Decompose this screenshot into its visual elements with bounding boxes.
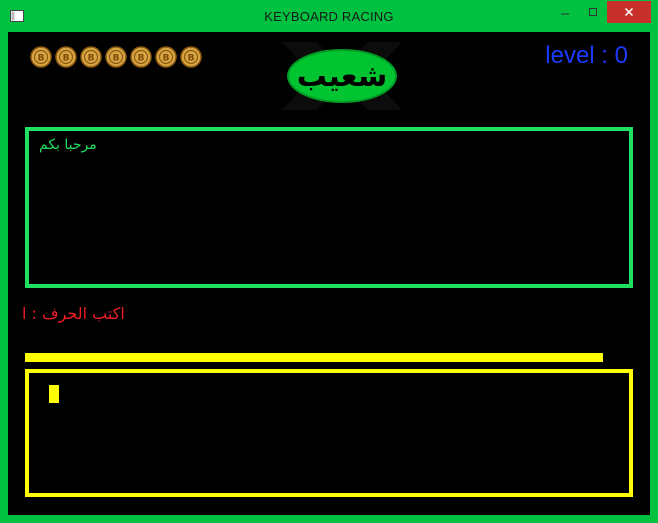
bitcoin-coin-icon: B xyxy=(30,46,52,68)
title-bar[interactable]: KEYBOARD RACING xyxy=(0,0,658,32)
bitcoin-coin-icon: B xyxy=(155,46,177,68)
time-progress-bar xyxy=(25,353,603,362)
bitcoin-coin-icon: B xyxy=(105,46,127,68)
minimize-button[interactable] xyxy=(551,1,579,23)
type-letter-prompt: اكتب الحرف : ا xyxy=(22,304,125,323)
text-cursor xyxy=(49,385,59,403)
close-button[interactable] xyxy=(607,1,651,23)
svg-text:B: B xyxy=(113,54,120,64)
svg-text:B: B xyxy=(88,54,95,64)
svg-text:B: B xyxy=(138,54,145,64)
bitcoin-coin-icon: B xyxy=(130,46,152,68)
level-indicator: level : 0 xyxy=(545,42,628,69)
svg-text:B: B xyxy=(163,54,170,64)
progress-fill xyxy=(25,353,603,362)
bitcoin-coin-icon: B xyxy=(80,46,102,68)
close-icon xyxy=(624,7,634,17)
welcome-message: مرحبا بكم xyxy=(39,137,97,153)
maximize-button[interactable] xyxy=(579,1,607,23)
svg-text:B: B xyxy=(63,54,70,64)
svg-text:B: B xyxy=(188,54,195,64)
logo: شعيب xyxy=(272,40,412,112)
game-window: KEYBOARD RACING BBBBBBB شعيب level: 0 م… xyxy=(0,0,658,523)
typing-input-area[interactable] xyxy=(25,369,633,497)
maximize-icon xyxy=(589,8,597,16)
message-panel: مرحبا بكم xyxy=(25,127,633,288)
bitcoin-coin-icon: B xyxy=(55,46,77,68)
svg-text:B: B xyxy=(38,54,45,64)
minimize-icon xyxy=(561,13,569,15)
bitcoin-coin-icon: B xyxy=(180,46,202,68)
logo-text: شعيب xyxy=(296,58,388,94)
game-area: B B B B B B B شعيب level : 0 مرحبا بكم اكتب ال… xyxy=(8,32,650,515)
